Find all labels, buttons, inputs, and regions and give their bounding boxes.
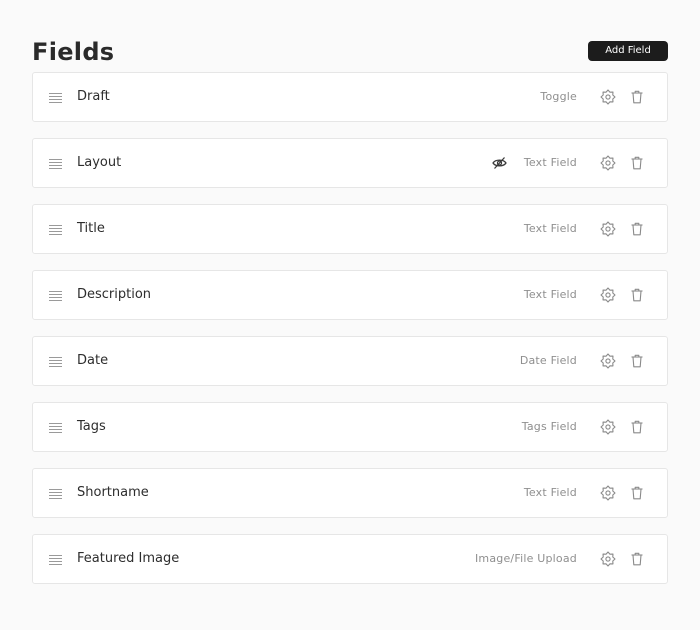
gear-icon[interactable] [600,353,616,369]
field-row[interactable]: Tags Tags Field [32,402,668,452]
page-header: Fields Add Field [32,36,668,68]
field-name: Title [77,221,105,236]
field-list: Draft Toggle Layout Text Field Title Text Fie… [32,72,668,600]
field-name: Date [77,353,109,368]
gear-icon[interactable] [600,287,616,303]
gear-icon[interactable] [600,419,616,435]
drag-handle-icon[interactable] [49,92,62,103]
gear-icon[interactable] [600,89,616,105]
trash-icon[interactable] [631,552,643,566]
trash-icon[interactable] [631,222,643,236]
field-type: Toggle [540,90,577,103]
trash-icon[interactable] [631,354,643,368]
field-name: Featured Image [77,551,180,566]
field-type: Text Field [523,222,577,235]
field-type: Text Field [523,288,577,301]
field-name: Description [77,287,152,302]
field-name: Tags [77,419,106,434]
trash-icon[interactable] [631,288,643,302]
gear-icon[interactable] [600,485,616,501]
field-name: Shortname [77,485,149,500]
drag-handle-icon[interactable] [49,290,62,301]
eye-off-icon [492,156,507,170]
field-name: Layout [77,155,122,170]
trash-icon[interactable] [631,90,643,104]
trash-icon[interactable] [631,420,643,434]
field-row[interactable]: Layout Text Field [32,138,668,188]
gear-icon[interactable] [600,221,616,237]
field-row[interactable]: Shortname Text Field [32,468,668,518]
drag-handle-icon[interactable] [49,554,62,565]
gear-icon[interactable] [600,551,616,567]
field-type: Tags Field [521,420,577,433]
drag-handle-icon[interactable] [49,224,62,235]
trash-icon[interactable] [631,486,643,500]
gear-icon[interactable] [600,155,616,171]
add-field-button[interactable]: Add Field [588,41,668,61]
page-title: Fields [32,38,115,66]
field-type: Text Field [523,486,577,499]
field-type: Date Field [519,354,577,367]
drag-handle-icon[interactable] [49,158,62,169]
field-row[interactable]: Description Text Field [32,270,668,320]
field-type: Text Field [523,156,577,169]
field-type: Image/File Upload [474,552,577,565]
field-row[interactable]: Title Text Field [32,204,668,254]
field-row[interactable]: Featured Image Image/File Upload [32,534,668,584]
trash-icon[interactable] [631,156,643,170]
drag-handle-icon[interactable] [49,422,62,433]
field-name: Draft [77,89,110,104]
field-row[interactable]: Date Date Field [32,336,668,386]
drag-handle-icon[interactable] [49,356,62,367]
field-row[interactable]: Draft Toggle [32,72,668,122]
drag-handle-icon[interactable] [49,488,62,499]
